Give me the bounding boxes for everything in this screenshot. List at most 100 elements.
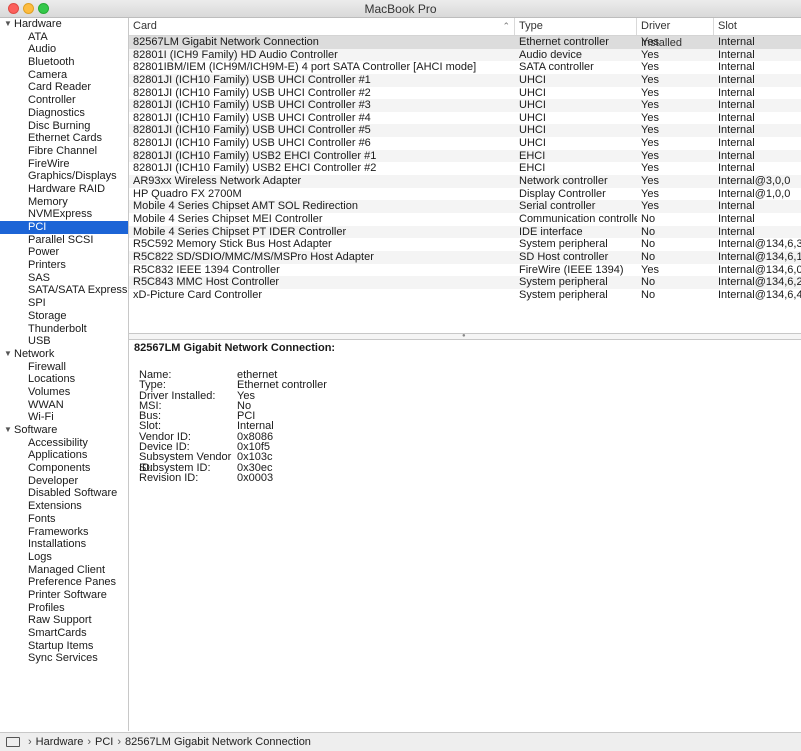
card-cell: 82567LM Gigabit Network Connection <box>133 36 319 48</box>
sidebar-item-components[interactable]: Components <box>0 462 128 475</box>
sidebar-item-graphics-displays[interactable]: Graphics/Displays <box>0 170 128 183</box>
table-row[interactable]: 82801JI (ICH10 Family) USB2 EHCI Control… <box>129 149 801 163</box>
table-row[interactable]: HP Quadro FX 2700M Display Controller Yes I… <box>129 188 801 201</box>
sidebar-group-label: Hardware <box>14 18 62 30</box>
table-row[interactable]: AR93xx Wireless Network Adapter Network c… <box>129 175 801 188</box>
sidebar-item-logs[interactable]: Logs <box>0 551 128 564</box>
sidebar-item-parallel-scsi[interactable]: Parallel SCSI <box>0 234 128 247</box>
sidebar-item-card-reader[interactable]: Card Reader <box>0 81 128 94</box>
sidebar-item-controller[interactable]: Controller <box>0 94 128 107</box>
sidebar-item-volumes[interactable]: Volumes <box>0 386 128 399</box>
slot-cell: Internal@134,6,1 <box>718 250 801 263</box>
sidebar-item-camera[interactable]: Camera <box>0 69 128 82</box>
driver-installed-cell: Yes <box>641 162 659 175</box>
sidebar-item-memory[interactable]: Memory <box>0 196 128 209</box>
type-cell: Serial controller <box>519 200 596 213</box>
table-row[interactable]: 82801JI (ICH10 Family) USB UHCI Controll… <box>129 112 801 125</box>
driver-installed-cell: No <box>641 288 656 301</box>
table-row[interactable]: 82801IBM/IEM (ICH9M/ICH9M-E) 4 port SATA… <box>129 61 801 74</box>
driver-installed-cell: Yes <box>641 149 659 162</box>
sidebar-item-pci[interactable]: PCI <box>0 221 128 234</box>
sidebar-item-wwan[interactable]: WWAN <box>0 399 128 412</box>
table-row[interactable]: Mobile 4 Series Chipset AMT SOL Redirect… <box>129 200 801 213</box>
driver-installed-cell: Yes <box>641 175 659 188</box>
disclosure-triangle-icon[interactable]: ▼ <box>4 348 12 361</box>
sidebar-item-accessibility[interactable]: Accessibility <box>0 437 128 450</box>
column-header-type[interactable]: Type <box>515 18 637 35</box>
table-row[interactable]: 82801JI (ICH10 Family) USB UHCI Controll… <box>129 124 801 138</box>
sidebar-item-firewall[interactable]: Firewall <box>0 361 128 374</box>
sidebar-item-startup-items[interactable]: Startup Items <box>0 640 128 653</box>
table-row[interactable]: xD-Picture Card Controller System periphe… <box>129 289 801 302</box>
column-header-driver-installed[interactable]: Driver Installed <box>637 18 714 49</box>
table-row[interactable]: Mobile 4 Series Chipset MEI Controller Co… <box>129 213 801 226</box>
sidebar-item-raw-support[interactable]: Raw Support <box>0 614 128 627</box>
sidebar-item-usb[interactable]: USB <box>0 335 128 348</box>
sidebar-item-bluetooth[interactable]: Bluetooth <box>0 56 128 69</box>
table-row[interactable]: R5C843 MMC Host Controller System periphe… <box>129 276 801 289</box>
sidebar-item-disc-burning[interactable]: Disc Burning <box>0 120 128 133</box>
table-row[interactable]: 82801I (ICH9 Family) HD Audio Controller… <box>129 48 801 62</box>
sidebar-item-installations[interactable]: Installations <box>0 538 128 551</box>
type-cell: UHCI <box>519 86 546 99</box>
sidebar-group-software[interactable]: ▼ Software <box>0 424 128 437</box>
sidebar-item-ethernet-cards[interactable]: Ethernet Cards <box>0 132 128 145</box>
table-row[interactable]: R5C832 IEEE 1394 Controller FireWire (IEE… <box>129 264 801 277</box>
table-row[interactable]: Mobile 4 Series Chipset PT IDER Controll… <box>129 225 801 239</box>
table-row[interactable]: R5C592 Memory Stick Bus Host Adapter Syst… <box>129 238 801 251</box>
sidebar-item-extensions[interactable]: Extensions <box>0 500 128 513</box>
table-row[interactable]: 82801JI (ICH10 Family) USB UHCI Controll… <box>129 73 801 87</box>
disclosure-triangle-icon[interactable]: ▼ <box>4 18 12 31</box>
table-row[interactable]: 82801JI (ICH10 Family) USB UHCI Controll… <box>129 87 801 100</box>
sidebar-item-preference-panes[interactable]: Preference Panes <box>0 576 128 589</box>
sidebar-item-applications[interactable]: Applications <box>0 449 128 462</box>
sidebar-item-storage[interactable]: Storage <box>0 310 128 323</box>
table-row[interactable]: 82567LM Gigabit Network Connection Ethern… <box>129 36 801 49</box>
sidebar-item-managed-client[interactable]: Managed Client <box>0 564 128 577</box>
sidebar-item-diagnostics[interactable]: Diagnostics <box>0 107 128 120</box>
split-view-divider[interactable]: ● <box>129 333 801 340</box>
sidebar-item-disabled-software[interactable]: Disabled Software <box>0 487 128 500</box>
sidebar-item-fibre-channel[interactable]: Fibre Channel <box>0 145 128 158</box>
breadcrumb-device[interactable]: 82567LM Gigabit Network Connection <box>125 736 311 748</box>
sidebar-group-hardware[interactable]: ▼ Hardware <box>0 18 128 31</box>
column-header-slot[interactable]: Slot <box>714 18 801 35</box>
sidebar-item-fonts[interactable]: Fonts <box>0 513 128 526</box>
sidebar-item-power[interactable]: Power <box>0 246 128 259</box>
close-window-button[interactable] <box>8 3 19 14</box>
type-cell: System peripheral <box>519 276 608 289</box>
sidebar-group-network[interactable]: ▼ Network <box>0 348 128 361</box>
table-row[interactable]: 82801JI (ICH10 Family) USB UHCI Controll… <box>129 137 801 150</box>
sidebar-item-nvmexpress[interactable]: NVMExpress <box>0 208 128 221</box>
sidebar-item-ata[interactable]: ATA <box>0 31 128 44</box>
table-row[interactable]: 82801JI (ICH10 Family) USB2 EHCI Control… <box>129 162 801 175</box>
slot-cell: Internal <box>718 36 755 48</box>
sidebar-item-frameworks[interactable]: Frameworks <box>0 526 128 539</box>
sidebar-item-printers[interactable]: Printers <box>0 259 128 272</box>
sidebar-item-firewire[interactable]: FireWire <box>0 158 128 171</box>
card-cell: AR93xx Wireless Network Adapter <box>133 175 302 188</box>
sidebar-item-sas[interactable]: SAS <box>0 272 128 285</box>
minimize-window-button[interactable] <box>23 3 34 14</box>
sidebar-item-profiles[interactable]: Profiles <box>0 602 128 615</box>
sidebar-item-hardware-raid[interactable]: Hardware RAID <box>0 183 128 196</box>
sidebar-item-locations[interactable]: Locations <box>0 373 128 386</box>
sidebar-item-spi[interactable]: SPI <box>0 297 128 310</box>
sidebar-item-audio[interactable]: Audio <box>0 43 128 56</box>
zoom-window-button[interactable] <box>38 3 49 14</box>
sidebar-item-smartcards[interactable]: SmartCards <box>0 627 128 640</box>
sidebar-item-thunderbolt[interactable]: Thunderbolt <box>0 323 128 336</box>
breadcrumb-hardware[interactable]: Hardware <box>36 736 84 748</box>
sidebar-item-printer-software[interactable]: Printer Software <box>0 589 128 602</box>
computer-icon <box>6 737 20 747</box>
disclosure-triangle-icon[interactable]: ▼ <box>4 424 12 437</box>
column-header-card[interactable]: Card ⌃ <box>129 18 515 35</box>
sidebar-item-wi-fi[interactable]: Wi-Fi <box>0 411 128 424</box>
sidebar-item-sata-sata-express[interactable]: SATA/SATA Express <box>0 284 128 297</box>
table-row[interactable]: 82801JI (ICH10 Family) USB UHCI Controll… <box>129 99 801 112</box>
table-row[interactable]: R5C822 SD/SDIO/MMC/MS/MSPro Host Adapter… <box>129 250 801 264</box>
sidebar-item-developer[interactable]: Developer <box>0 475 128 488</box>
sidebar[interactable]: ▼ Hardware ATA Audio Bluetooth Camera Card Rea… <box>0 18 129 731</box>
sidebar-item-sync-services[interactable]: Sync Services <box>0 652 128 665</box>
breadcrumb-pci[interactable]: PCI <box>95 736 113 748</box>
